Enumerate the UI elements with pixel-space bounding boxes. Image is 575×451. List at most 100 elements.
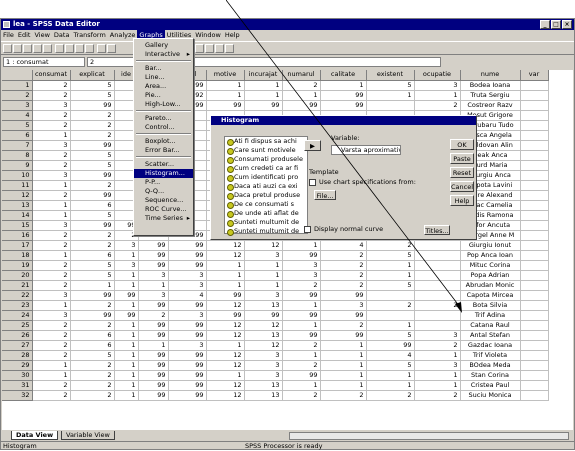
table-cell[interactable]: 99 [70,140,115,151]
table-cell[interactable]: 2 [32,390,71,401]
table-cell[interactable]: 2 [70,390,115,401]
column-header[interactable]: consumat [32,70,71,81]
column-header[interactable]: numarul [282,70,321,81]
table-cell[interactable]: 99 [138,370,169,381]
graphs-item-scatter[interactable]: Scatter... [134,160,193,169]
table-cell[interactable]: 12 [206,380,245,391]
table-cell[interactable]: 1 [414,90,461,101]
graphs-item-area[interactable]: Area... [134,82,193,91]
row-number[interactable]: 2 [2,90,33,101]
find-icon[interactable] [85,44,94,53]
table-cell[interactable]: 1 [320,350,367,361]
table-cell[interactable]: 1 [114,250,139,261]
table-cell[interactable]: Antal Stefan [460,330,521,341]
table-cell[interactable]: 99 [320,100,367,111]
table-cell[interactable]: 13 [244,330,283,341]
table-cell[interactable]: 3 [414,330,461,341]
tab-variable-view[interactable]: Variable View [61,431,115,440]
variable-list-item[interactable]: Care sunt motivele [225,146,307,155]
table-cell[interactable]: 99 [138,320,169,331]
value-labels-icon[interactable] [225,44,234,53]
print-icon[interactable] [23,44,32,53]
table-cell[interactable]: 99 [168,250,207,261]
table-cell[interactable]: 2 [70,230,115,241]
table-cell[interactable]: 2 [414,100,461,111]
tab-data-view[interactable]: Data View [11,431,59,440]
row-number[interactable]: 15 [2,220,33,231]
table-cell[interactable]: 1 [114,390,139,401]
table-cell[interactable]: 2 [32,80,71,91]
table-cell[interactable]: 1 [366,380,415,391]
table-cell[interactable]: BOdea Meda [460,360,521,371]
table-cell[interactable]: 2 [282,280,321,291]
goto-chart-icon[interactable] [55,44,64,53]
column-header[interactable]: incurajat [244,70,283,81]
variable-list-item[interactable]: Daca pretul produse [225,191,307,200]
table-cell[interactable] [520,370,549,381]
graphs-item-line[interactable]: Line... [134,73,193,82]
variable-list-item[interactable]: Cum identificati pro [225,173,307,182]
table-cell[interactable] [414,260,461,271]
variable-list-item[interactable]: Ati fi dispus sa achi [225,137,307,146]
table-cell[interactable]: 99 [114,290,139,301]
row-number[interactable]: 17 [2,240,33,251]
table-cell[interactable]: 99 [70,170,115,181]
table-cell[interactable]: 2 [70,320,115,331]
table-cell[interactable]: 1 [32,200,71,211]
table-cell[interactable]: 12 [206,250,245,261]
table-cell[interactable] [520,170,549,181]
table-cell[interactable]: 3 [32,310,71,321]
table-cell[interactable]: 1 [244,90,283,101]
table-cell[interactable]: Pop Anca Ioan [460,250,521,261]
table-cell[interactable]: 1 [32,360,71,371]
table-cell[interactable]: 99 [70,190,115,201]
table-cell[interactable] [414,320,461,331]
table-cell[interactable]: 5 [366,360,415,371]
table-cell[interactable]: 2 [32,190,71,201]
minimize-button[interactable]: _ [540,20,550,29]
row-number[interactable]: 4 [2,110,33,121]
table-cell[interactable]: 1 [206,90,245,101]
row-number[interactable]: 30 [2,370,33,381]
table-cell[interactable]: 5 [366,80,415,91]
table-cell[interactable]: 99 [320,330,367,341]
table-cell[interactable]: 99 [366,340,415,351]
table-cell[interactable]: 5 [70,90,115,101]
row-number[interactable]: 26 [2,330,33,341]
table-cell[interactable]: 1 [320,80,367,91]
titles-button[interactable]: Titles... [424,225,450,235]
table-cell[interactable] [520,180,549,191]
menu-file[interactable]: File [1,30,16,40]
table-cell[interactable]: 2 [32,320,71,331]
table-cell[interactable]: 2 [414,300,461,311]
table-cell[interactable] [520,120,549,131]
table-cell[interactable]: 3 [320,300,367,311]
table-cell[interactable]: 12 [206,330,245,341]
table-cell[interactable]: 1 [114,330,139,341]
table-cell[interactable]: 99 [138,260,169,271]
table-cell[interactable]: 12 [206,240,245,251]
table-cell[interactable]: 1 [114,270,139,281]
table-cell[interactable]: 3 [168,310,207,321]
menu-edit[interactable]: Edit [16,30,33,40]
table-cell[interactable]: 3 [244,290,283,301]
table-cell[interactable]: 3 [32,170,71,181]
table-cell[interactable]: 3 [244,360,283,371]
table-cell[interactable]: 1 [320,370,367,381]
save-icon[interactable] [13,44,22,53]
variable-list-item[interactable]: Sunteti multumit de [225,227,307,236]
table-cell[interactable]: Bodea Ioana [460,80,521,91]
table-cell[interactable]: 12 [206,350,245,361]
table-cell[interactable] [520,220,549,231]
graphs-item-error-bar[interactable]: Error Bar... [134,146,193,155]
table-cell[interactable] [520,380,549,391]
table-cell[interactable] [366,100,415,111]
variable-field[interactable]: Varsta aproximativa [v [331,145,401,155]
table-cell[interactable]: 1 [282,380,321,391]
table-cell[interactable] [414,280,461,291]
table-cell[interactable]: 99 [168,380,207,391]
table-cell[interactable]: 12 [206,360,245,371]
table-cell[interactable]: 6 [70,200,115,211]
paste-button[interactable]: Paste [450,153,474,164]
table-cell[interactable]: 1 [32,130,71,141]
